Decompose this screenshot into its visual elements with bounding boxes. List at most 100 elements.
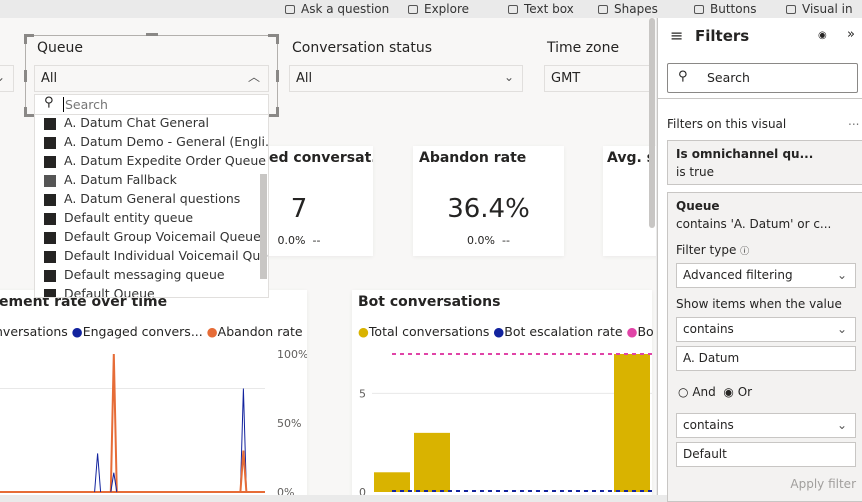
resize-handle[interactable] — [276, 70, 279, 82]
buttons-icon — [694, 5, 704, 14]
bar — [374, 472, 410, 492]
y-tick-label: 0 — [359, 486, 366, 495]
card-value: 7 — [290, 194, 308, 224]
bot-conversations-chart[interactable]: Bot conversations ●Total conversations ●… — [352, 290, 654, 495]
checkbox[interactable] — [44, 137, 56, 149]
eye-icon[interactable]: ◉ — [818, 30, 827, 41]
queue-option[interactable]: A. Datum Chat General — [35, 115, 268, 134]
more-options-icon[interactable]: ... — [848, 114, 859, 128]
search-icon: ⚲ — [44, 95, 54, 110]
resize-handle[interactable] — [276, 34, 279, 44]
engagement-rate-chart[interactable]: ement rate over time nversations ●Engage… — [0, 290, 307, 495]
card-change: 0.0% — [467, 234, 495, 247]
checkbox[interactable] — [44, 270, 56, 282]
left-slicer-dropdown[interactable]: ⌄ — [0, 65, 14, 92]
status-dropdown[interactable]: All ⌄ — [289, 65, 523, 92]
resize-handle[interactable] — [24, 70, 27, 82]
chart-legend: nversations ●Engaged convers... ●Abandon… — [0, 324, 303, 339]
show-items-label: Show items when the value — [676, 297, 842, 311]
explore-icon — [408, 5, 418, 14]
logic-radio-group: ○ And ◉ Or — [678, 385, 752, 399]
shapes-icon — [598, 5, 608, 14]
checkbox[interactable] — [44, 156, 56, 168]
filters-title: Filters — [695, 27, 750, 45]
checkbox[interactable] — [44, 213, 56, 225]
or-label: Or — [737, 385, 753, 399]
legend-item: Bot escalation rate — [504, 324, 623, 339]
line-plot: 100% 50% 0% — [0, 348, 307, 495]
filter-type-value: Advanced filtering — [683, 268, 793, 282]
resize-handle[interactable] — [146, 33, 158, 36]
queue-option[interactable]: Default entity queue — [35, 210, 268, 229]
status-slicer-label: Conversation status — [292, 40, 433, 56]
text-box-button[interactable]: Text box — [508, 2, 574, 16]
condition2-operator[interactable]: contains ⌄ — [676, 413, 856, 438]
card-change: 0.0% — [277, 234, 306, 247]
queue-search-box[interactable]: ⚲ — [35, 95, 268, 115]
apply-filter-button[interactable]: Apply filter — [790, 477, 856, 491]
kpi-card-conversations[interactable]: ed conversat... 7 0.0% -- — [265, 146, 373, 256]
checkbox[interactable] — [44, 194, 56, 206]
visual-icon — [786, 5, 796, 14]
chevron-down-icon: ⌄ — [503, 70, 514, 84]
status-selected-value: All — [296, 71, 313, 86]
resize-handle[interactable] — [276, 107, 279, 117]
filter-card-queue[interactable]: Queue contains 'A. Datum' or c... Filter… — [667, 192, 862, 502]
queue-option[interactable]: A. Datum Fallback — [35, 172, 268, 191]
canvas-scrollbar[interactable] — [648, 18, 656, 495]
explore-button[interactable]: Explore — [408, 2, 469, 16]
resize-handle[interactable] — [24, 34, 27, 44]
ask-question-button[interactable]: Ask a question — [285, 2, 389, 16]
scrollbar-thumb[interactable] — [649, 18, 655, 228]
chevron-down-icon: ⌄ — [836, 418, 847, 432]
and-radio[interactable]: ○ — [678, 385, 688, 399]
filter-name: Is omnichannel qu... — [676, 147, 814, 161]
queue-option[interactable]: A. Datum Expedite Order Queue — [35, 153, 268, 172]
resize-handle[interactable] — [24, 107, 27, 117]
queue-option[interactable]: Default Individual Voicemail Que... — [35, 248, 268, 267]
queue-option[interactable]: Default Queue — [35, 286, 268, 297]
card-title: ed conversat... — [269, 150, 373, 166]
visual-interactions-button[interactable]: Visual in — [786, 2, 853, 16]
queue-dropdown[interactable]: All ︿ — [34, 65, 269, 92]
checkbox[interactable] — [44, 232, 56, 244]
timezone-slicer-label: Time zone — [547, 40, 620, 56]
y-tick-label: 100% — [277, 348, 307, 361]
queue-option[interactable]: Default messaging queue — [35, 267, 268, 286]
checkbox[interactable] — [44, 118, 56, 130]
queue-options-list[interactable]: ⚲ A. Datum Chat General A. Datum Demo - G… — [34, 94, 269, 298]
info-icon: ⓘ — [740, 247, 750, 257]
chevron-down-icon: ⌄ — [836, 268, 847, 282]
queue-search-input[interactable] — [63, 97, 253, 112]
option-label: Default Individual Voicemail Que... — [64, 248, 269, 263]
filters-search-box[interactable]: ⚲ Search — [667, 63, 858, 93]
option-label: A. Datum Expedite Order Queue — [64, 153, 266, 168]
option-label: A. Datum Fallback — [64, 172, 177, 187]
timezone-dropdown[interactable]: GMT — [544, 65, 654, 92]
filters-search-input[interactable]: Search — [707, 70, 750, 85]
collapse-pane-icon[interactable]: » — [847, 27, 855, 42]
queue-option[interactable]: Default Group Voicemail Queue — [35, 229, 268, 248]
list-scrollbar-thumb[interactable] — [260, 174, 267, 279]
queue-option[interactable]: A. Datum General questions — [35, 191, 268, 210]
or-radio[interactable]: ◉ — [723, 385, 733, 399]
filter-type-label: Filter type ⓘ — [676, 243, 749, 257]
checkbox[interactable] — [44, 175, 56, 187]
option-label: Default entity queue — [64, 210, 194, 225]
checkbox[interactable] — [44, 289, 56, 297]
buttons-button[interactable]: Buttons — [694, 2, 756, 16]
filter-type-dropdown[interactable]: Advanced filtering ⌄ — [676, 263, 856, 288]
checkbox[interactable] — [44, 251, 56, 263]
condition1-operator[interactable]: contains ⌄ — [676, 317, 856, 342]
card-value: 36.4% — [447, 194, 530, 224]
condition2-value[interactable]: Default — [676, 442, 856, 467]
condition1-value[interactable]: A. Datum — [676, 346, 856, 371]
option-label: Default messaging queue — [64, 267, 225, 282]
filter-card-omnichannel[interactable]: Is omnichannel qu... is true — [667, 140, 862, 185]
filters-pane: ≡ Filters ◉ » ⚲ Search Filters on this v… — [657, 18, 862, 502]
legend-item: Total conversations — [368, 324, 490, 339]
kpi-card-abandon-rate[interactable]: Abandon rate 36.4% 0.0% -- — [413, 146, 564, 256]
queue-option[interactable]: A. Datum Demo - General (Engli... — [35, 134, 268, 153]
option-label: A. Datum Demo - General (Engli... — [64, 134, 269, 149]
shapes-button[interactable]: Shapes — [598, 2, 658, 16]
